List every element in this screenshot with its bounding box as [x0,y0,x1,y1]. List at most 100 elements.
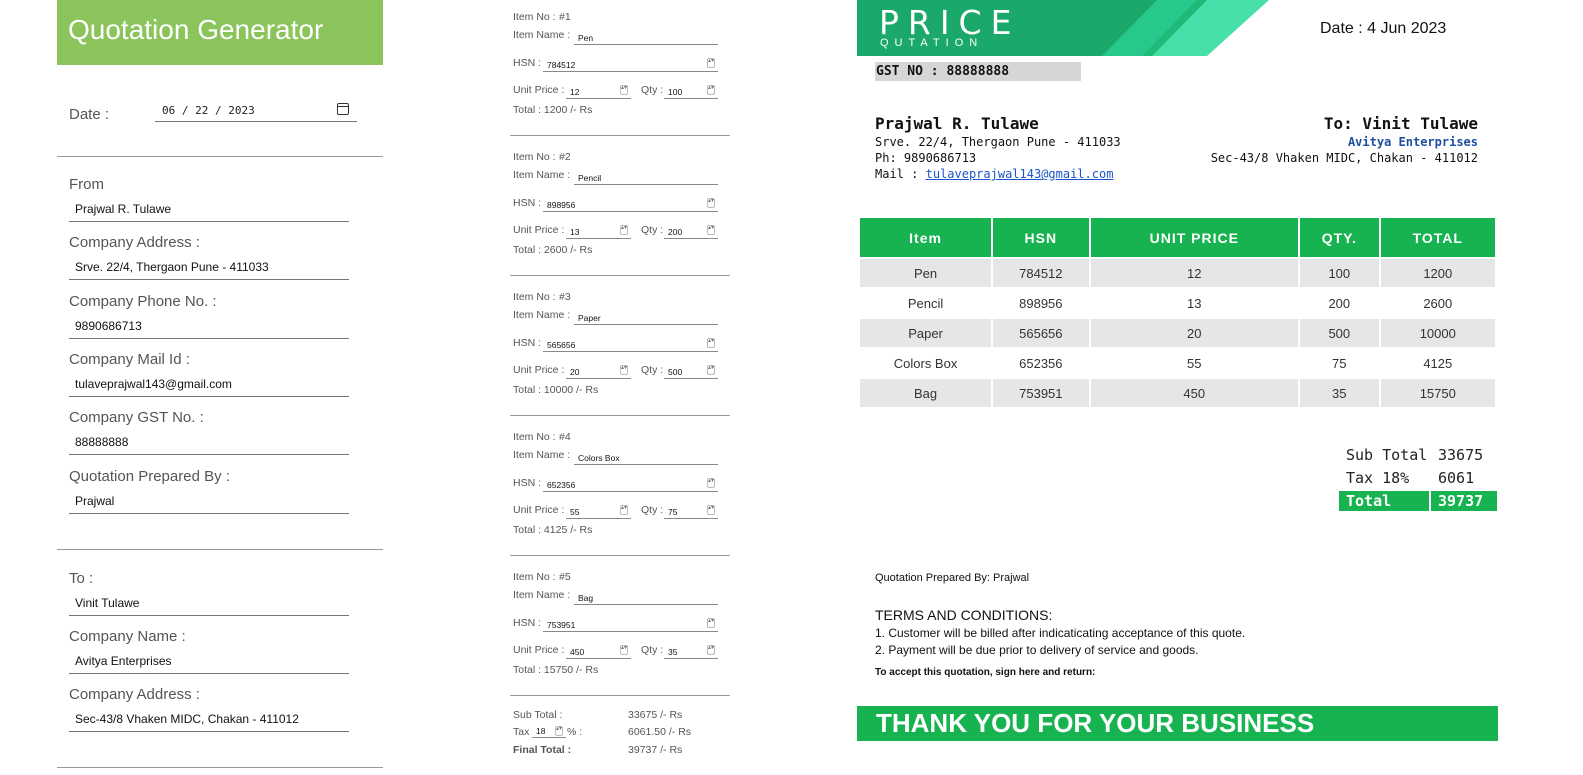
unit-price-label: Unit Price : [513,224,565,236]
divider [510,555,730,556]
tax-value: 6061.50 /- Rs [628,726,692,738]
to-input[interactable]: Vinit Tulawe [69,592,349,616]
date-label: Date : [69,106,110,123]
qty-input[interactable]: 75 ▴▾ [664,503,718,519]
spinner-icon[interactable]: ▴▾ [707,505,715,515]
total-divider [1429,491,1431,511]
unit-price-input[interactable]: 20 ▴▾ [566,363,631,379]
gst-number: GST NO : 88888888 [875,62,1081,81]
table-cell: 753951 [993,379,1089,407]
tax-percent-input[interactable]: 18 ▴▾ [532,724,566,738]
qty-input[interactable]: 35 ▴▾ [664,643,718,659]
table-cell: 1200 [1380,259,1495,287]
item-no-label: Item No : [513,291,556,303]
unit-price-value: 13 [570,227,580,237]
hsn-value: 898956 [547,200,576,210]
spinner-icon[interactable]: ▴▾ [620,645,628,655]
table-row: Colors Box 652356 55 75 4125 [860,349,1495,377]
calendar-icon[interactable] [337,103,349,115]
divider [57,156,383,157]
hsn-input[interactable]: 898956 ▴▾ [543,196,718,212]
unit-price-value: 20 [570,367,580,377]
item-total: Total : 10000 /- Rs [513,384,599,396]
hsn-input[interactable]: 565656 ▴▾ [543,336,718,352]
spinner-icon[interactable]: ▴▾ [707,338,715,348]
spinner-icon[interactable]: ▴▾ [620,225,628,235]
unit-price-label: Unit Price : [513,504,565,516]
table-header: UNIT PRICE [1090,218,1298,257]
qty-input[interactable]: 100 ▴▾ [664,83,718,99]
item-name-input[interactable]: Bag [574,589,718,605]
company-address-label: Company Address : [69,234,200,251]
item-no-label: Item No : [513,571,556,583]
item-name-input[interactable]: Colors Box [574,449,718,465]
to-name: To: Vinit Tulawe [1323,114,1478,133]
to-address-input[interactable]: Sec-43/8 Vhaken MIDC, Chakan - 411012 [69,708,349,732]
sub-total-label: Sub Total : [513,709,563,721]
item-name-input[interactable]: Paper [574,309,718,325]
spinner-icon[interactable]: ▴▾ [707,198,715,208]
unit-price-label: Unit Price : [513,364,565,376]
spinner-icon[interactable]: ▴▾ [620,365,628,375]
hsn-label: HSN : [513,617,542,629]
qty-input[interactable]: 500 ▴▾ [664,363,718,379]
spinner-icon[interactable]: ▴▾ [707,478,715,488]
item-name-input[interactable]: Pen [574,29,718,45]
accept-text: To accept this quotation, sign here and … [875,667,1096,678]
thanks-banner: THANK YOU FOR YOUR BUSINESS [857,706,1498,741]
item-no: #4 [559,431,571,443]
spinner-icon[interactable]: ▴▾ [707,645,715,655]
spinner-icon[interactable]: ▴▾ [620,85,628,95]
divider [510,135,730,136]
spinner-icon[interactable]: ▴▾ [620,505,628,515]
prepared-by-input[interactable]: Prajwal [69,490,349,514]
company-phone-input[interactable]: 9890686713 [69,315,349,339]
unit-price-input[interactable]: 55 ▴▾ [566,503,631,519]
item-name-input[interactable]: Pencil [574,169,718,185]
mail-link[interactable]: tulaveprajwal143@gmail.com [926,167,1114,181]
date-input[interactable]: 06 / 22 / 2023 [155,100,357,122]
hsn-label: HSN : [513,337,542,349]
item-name-label: Item Name : [513,449,571,461]
hsn-input[interactable]: 753951 ▴▾ [543,616,718,632]
company-address-input[interactable]: Srve. 22/4, Thergaon Pune - 411033 [69,256,349,280]
divider [510,415,730,416]
unit-price-input[interactable]: 450 ▴▾ [566,643,631,659]
spinner-icon[interactable]: ▴▾ [707,618,715,628]
sub-total-label: Sub Total [1346,446,1428,464]
spinner-icon[interactable]: ▴▾ [707,58,715,68]
item-no: #3 [559,291,571,303]
item-no: #5 [559,571,571,583]
from-input[interactable]: Prajwal R. Tulawe [69,198,349,222]
table-row: Pen 784512 12 100 1200 [860,259,1495,287]
spinner-icon[interactable]: ▴▾ [707,365,715,375]
spinner-icon[interactable]: ▴▾ [555,726,563,736]
company-mail-input[interactable]: tulaveprajwal143@gmail.com [69,373,349,397]
quote-date: Date : 4 Jun 2023 [1320,20,1447,37]
quote-table: Item HSN UNIT PRICE QTY. TOTAL Pen 784512 12 10… [858,216,1497,409]
item-total: Total : 15750 /- Rs [513,664,599,676]
unit-price-input[interactable]: 13 ▴▾ [566,223,631,239]
divider [510,275,730,276]
table-cell: 15750 [1380,379,1495,407]
hsn-value: 565656 [547,340,576,350]
sub-total-value: 33675 [1438,446,1484,464]
spinner-icon[interactable]: ▴▾ [707,225,715,235]
table-cell: 652356 [1019,355,1063,371]
prepared-by-label: Quotation Prepared By : [69,468,230,485]
company-name-input[interactable]: Avitya Enterprises [69,650,349,674]
qty-value: 75 [668,507,678,517]
unit-price-input[interactable]: 12 ▴▾ [566,83,631,99]
company-gst-input[interactable]: 88888888 [69,431,349,455]
qty-input[interactable]: 200 ▴▾ [664,223,718,239]
unit-price-label: Unit Price : [513,644,565,656]
spinner-icon[interactable]: ▴▾ [707,85,715,95]
unit-price-label: Unit Price : [513,84,565,96]
hsn-input[interactable]: 784512 ▴▾ [543,56,718,72]
quote-subtitle: QUTATION [880,37,984,49]
from-name: Prajwal R. Tulawe [875,114,1039,133]
from-address: Srve. 22/4, Thergaon Pune - 411033 [875,135,1121,149]
table-cell: 55 [1187,355,1202,371]
hsn-input[interactable]: 652356 ▴▾ [543,476,718,492]
table-cell: 450 [1090,379,1298,407]
